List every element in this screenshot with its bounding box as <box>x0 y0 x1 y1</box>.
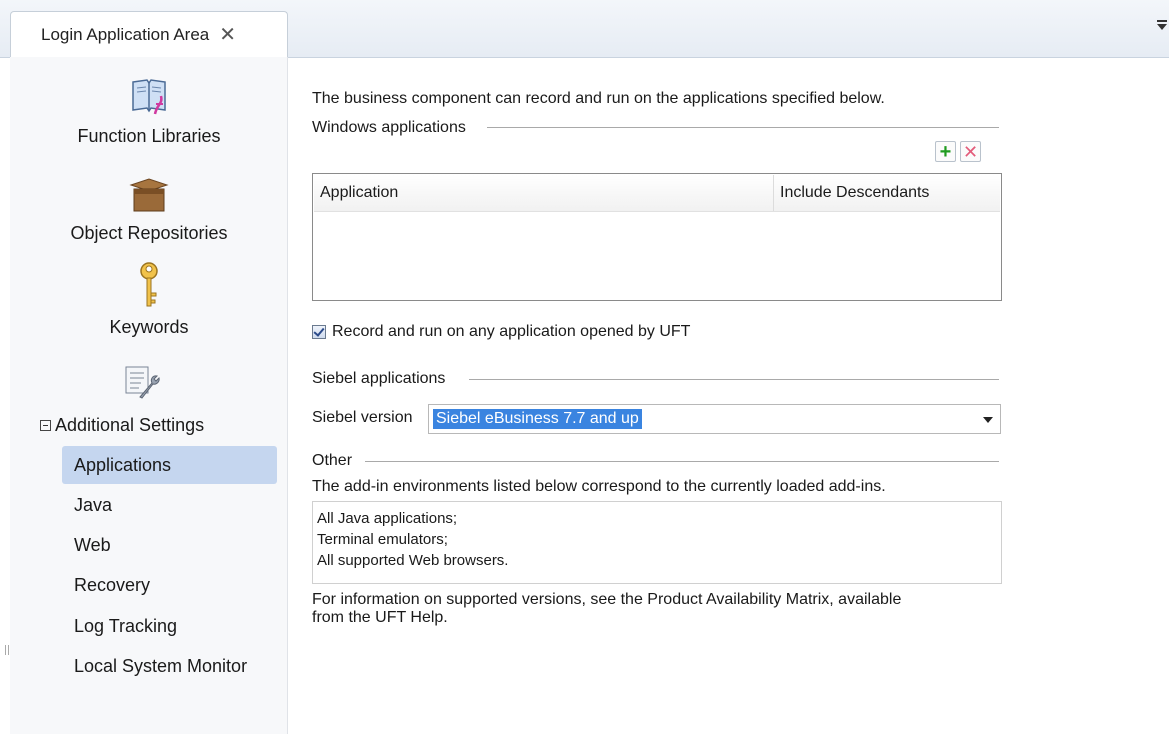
category-keywords[interactable]: Keywords <box>10 261 288 338</box>
addin-item: All supported Web browsers. <box>317 552 509 569</box>
addin-environments-box[interactable]: All Java applications; Terminal emulator… <box>312 501 1002 584</box>
sidebar-item-log-tracking[interactable]: Log Tracking <box>62 607 277 645</box>
applications-settings-pane: The business component can record and ru… <box>289 57 1169 734</box>
group-divider <box>487 127 999 128</box>
remove-application-button[interactable]: ✕ <box>960 141 981 162</box>
record-any-application-checkbox[interactable]: Record and run on any application opened… <box>312 323 690 341</box>
info-text-line-1: For information on supported versions, s… <box>312 591 902 608</box>
sidebar-item-local-system-monitor[interactable]: Local System Monitor <box>62 647 277 685</box>
addin-item: All Java applications; <box>317 510 458 527</box>
checkbox-checked-icon[interactable] <box>312 325 326 339</box>
category-function-libraries[interactable]: Function Libraries <box>10 74 288 147</box>
sidebar-item-java[interactable]: Java <box>62 486 277 524</box>
sidebar-item-recovery[interactable]: Recovery <box>62 566 277 604</box>
settings-wrench-icon <box>125 366 160 399</box>
column-header-include-descendants[interactable]: Include Descendants <box>774 175 998 211</box>
settings-sidebar: Function Libraries Object Repositories K… <box>10 57 288 734</box>
group-divider <box>365 461 999 462</box>
addins-description: The add-in environments listed below cor… <box>312 478 886 495</box>
book-icon <box>132 79 166 115</box>
key-icon <box>140 262 158 307</box>
other-title: Other <box>312 452 353 469</box>
category-label: Keywords <box>109 317 189 337</box>
intro-text: The business component can record and ru… <box>312 90 885 107</box>
additional-settings-label: Additional Settings <box>55 415 205 435</box>
siebel-version-label: Siebel version <box>312 409 413 426</box>
category-object-repositories[interactable]: Object Repositories <box>10 177 288 244</box>
column-header-application[interactable]: Application <box>314 175 774 211</box>
group-divider <box>469 379 999 380</box>
tab-title: Login Application Area <box>41 24 210 44</box>
sidebar-item-applications[interactable]: Applications <box>62 446 277 484</box>
category-label: Object Repositories <box>70 223 228 243</box>
tab-list-menu-icon[interactable] <box>1157 20 1167 30</box>
info-text-line-2: from the UFT Help. <box>312 609 448 626</box>
close-icon[interactable]: ✕ <box>219 25 236 45</box>
tab-login-application-area[interactable]: Login Application Area ✕ <box>10 11 288 57</box>
additional-settings-header[interactable]: Additional Settings <box>40 415 204 436</box>
windows-applications-title: Windows applications <box>312 119 466 136</box>
siebel-applications-title: Siebel applications <box>312 370 446 387</box>
splitter-grip[interactable] <box>5 645 9 655</box>
table-header: Application Include Descendants <box>314 175 1000 212</box>
box-icon <box>129 178 169 212</box>
addin-item: Terminal emulators; <box>317 531 448 548</box>
chevron-down-icon[interactable] <box>983 417 993 423</box>
category-label: Function Libraries <box>77 126 221 146</box>
windows-applications-table[interactable]: Application Include Descendants <box>312 173 1002 301</box>
add-application-button[interactable]: + <box>935 141 956 162</box>
siebel-version-select[interactable]: Siebel eBusiness 7.7 and up <box>428 404 1001 434</box>
collapse-icon[interactable] <box>40 420 51 431</box>
document-tab-strip: Login Application Area ✕ <box>0 0 1169 58</box>
siebel-version-value: Siebel eBusiness 7.7 and up <box>433 409 642 429</box>
record-any-application-label: Record and run on any application opened… <box>332 323 691 340</box>
sidebar-item-web[interactable]: Web <box>62 526 277 564</box>
